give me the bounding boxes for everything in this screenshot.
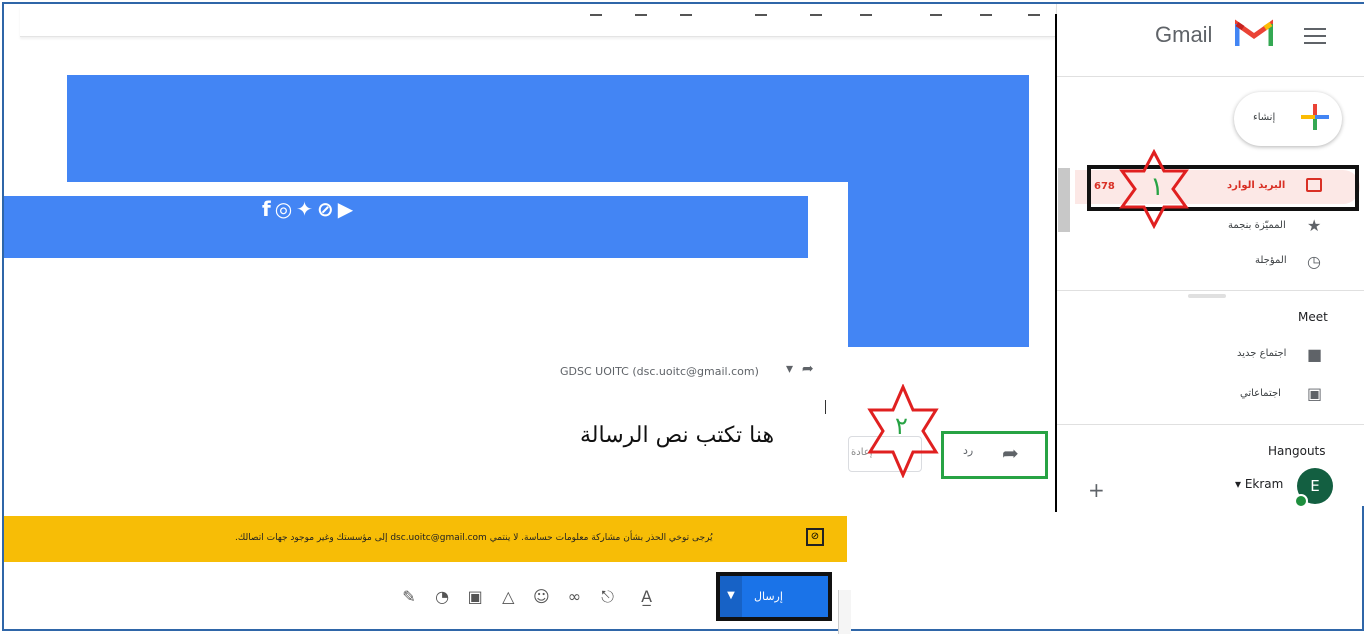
my-meetings-label[interactable]: اجتماعاتي xyxy=(1240,388,1281,399)
clock-icon[interactable]: ◷ xyxy=(1307,252,1321,271)
star-icon[interactable]: ★ xyxy=(1307,216,1321,235)
toolbar-icon[interactable] xyxy=(635,14,647,22)
gmail-logo-text: Gmail xyxy=(1155,22,1213,47)
inbox-label: البريد الوارد xyxy=(1227,180,1286,191)
image-icon[interactable]: ▣ xyxy=(461,587,489,606)
link-icon[interactable]: ∞ xyxy=(560,587,588,606)
drive-icon[interactable]: △ xyxy=(494,587,522,606)
hangouts-title: Hangouts xyxy=(1268,444,1326,458)
signature-icon[interactable]: ✎ xyxy=(395,587,423,606)
add-icon[interactable]: + xyxy=(1088,478,1105,502)
attach-icon[interactable]: ⎋ xyxy=(594,587,622,607)
send-label: إرسال xyxy=(754,590,783,603)
reply-type-dropdown[interactable]: ▾ ➦ xyxy=(786,361,814,377)
panel-edge xyxy=(838,590,851,634)
compose-plus-icon xyxy=(1301,115,1329,119)
divider xyxy=(1057,424,1364,425)
confidential-icon[interactable]: ◔ xyxy=(428,587,456,606)
annotation-number-1: ١ xyxy=(1150,172,1164,202)
new-meeting-label[interactable]: اجتماع جديد xyxy=(1237,348,1286,359)
facebook-icon[interactable]: f xyxy=(262,197,275,221)
calendar-icon[interactable]: ▣ xyxy=(1307,384,1322,403)
sidebar-border xyxy=(1055,14,1057,512)
youtube-icon[interactable]: ▶ xyxy=(338,197,357,221)
drag-handle[interactable] xyxy=(1188,294,1226,298)
top-toolbar xyxy=(20,6,1055,37)
sender-address: GDSC UOITC (dsc.uoitc@gmail.com) xyxy=(560,365,759,378)
format-text-icon[interactable]: A̲ xyxy=(627,587,667,606)
video-icon[interactable]: ■ xyxy=(1307,345,1322,364)
reply-icon[interactable]: ➦ xyxy=(1002,441,1019,465)
scrollbar-thumb[interactable] xyxy=(1058,168,1070,232)
divider xyxy=(1057,290,1364,291)
toolbar-icon[interactable] xyxy=(1028,14,1040,22)
hangouts-user[interactable]: ▾ Ekram xyxy=(1235,477,1283,491)
telegram-icon[interactable]: ⊘ xyxy=(317,197,338,221)
online-status-dot xyxy=(1294,494,1308,508)
text-cursor xyxy=(825,400,826,414)
social-icons: f◎✦⊘▶ xyxy=(262,197,357,221)
warning-text: يُرجى توخي الحذر بشأن مشاركة معلومات حسا… xyxy=(235,533,713,543)
reply-label[interactable]: رد xyxy=(963,444,973,457)
reply-highlight-box xyxy=(941,431,1048,479)
inbox-count: 678 xyxy=(1094,181,1115,192)
toolbar-icon[interactable] xyxy=(980,14,992,22)
emoji-icon[interactable]: ☺ xyxy=(527,587,555,606)
sidebar-item-starred-label[interactable]: المميّزة بنجمة xyxy=(1228,220,1286,231)
annotation-number-2: ٢ xyxy=(895,412,908,440)
toolbar-icon[interactable] xyxy=(680,14,692,22)
email-footer-banner xyxy=(4,196,808,258)
twitter-icon[interactable]: ✦ xyxy=(296,197,317,221)
toolbar-icon[interactable] xyxy=(860,14,872,22)
compose-toolbar: ✎ ◔ ▣ △ ☺ ∞ ⎋ A̲ xyxy=(395,587,667,607)
divider xyxy=(1057,76,1364,77)
inbox-icon xyxy=(1306,178,1322,192)
gmail-logo-icon xyxy=(1235,19,1273,46)
email-banner xyxy=(848,182,1029,347)
meet-title: Meet xyxy=(1298,310,1328,324)
toolbar-icon[interactable] xyxy=(810,14,822,22)
sidebar-item-snoozed-label[interactable]: المؤجلة xyxy=(1255,255,1287,266)
send-options-icon[interactable]: ▼ xyxy=(720,576,742,617)
warning-icon: ⊘ xyxy=(806,528,824,546)
instagram-icon[interactable]: ◎ xyxy=(275,197,296,221)
compose-button[interactable] xyxy=(1234,92,1342,146)
email-banner xyxy=(67,75,1029,182)
user-name: Ekram xyxy=(1244,477,1284,491)
toolbar-icon[interactable] xyxy=(930,14,942,22)
message-body[interactable]: هنا تكتب نص الرسالة xyxy=(580,423,774,448)
menu-icon[interactable] xyxy=(1304,28,1326,49)
compose-label: إنشاء xyxy=(1253,112,1276,123)
toolbar-icon[interactable] xyxy=(590,14,602,22)
toolbar-icon[interactable] xyxy=(755,14,767,22)
